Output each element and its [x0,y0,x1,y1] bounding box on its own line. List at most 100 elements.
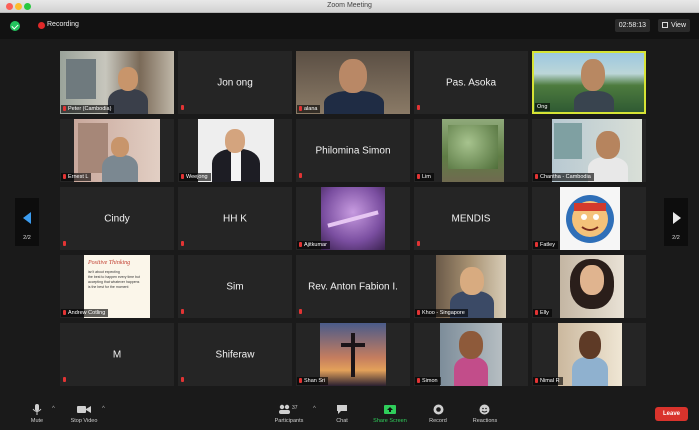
muted-mic-icon [416,241,422,248]
participant-tile[interactable]: Shiferaw [178,323,292,386]
participant-name-center: Jon ong [217,77,253,88]
participant-tile[interactable]: M [60,323,174,386]
person-face [579,331,601,359]
muted-mic-icon [62,241,68,248]
participant-tile[interactable]: Sim [178,255,292,318]
participant-name-center: Philomina Simon [315,145,391,156]
muted-mic-icon [535,378,538,383]
person-body [454,357,488,386]
muted-mic-icon [417,378,420,383]
audio-options-caret-icon[interactable]: ^ [52,406,55,412]
video-feed [320,323,386,386]
participant-name-center: Cindy [104,213,130,224]
person-face [459,331,483,359]
participants-button[interactable]: 37 Participants [267,404,311,424]
participant-name-label: Peter (Cambodia) [61,105,115,113]
participant-tile[interactable]: Elly [532,255,646,318]
participant-name-center: MENDIS [451,213,491,224]
person-face [580,265,604,295]
record-button[interactable]: Record [424,404,452,424]
muted-mic-icon [63,174,66,179]
view-button[interactable]: View [657,19,690,32]
participant-name-label: Weejong [179,173,211,181]
quote-title: Positive Thinking [88,260,131,266]
reactions-button[interactable]: Reactions [467,404,503,424]
muted-mic-icon [535,174,538,179]
shirt-shape [231,151,241,181]
person-body [324,91,384,114]
participant-tile[interactable]: Philomina Simon [296,119,410,182]
quote-body: isn't about expecting the best to happen… [88,270,140,289]
participant-tile[interactable]: Khoo - Singapore [414,255,528,318]
participants-count: 37 [292,405,298,411]
meeting-toolbar: Mute ^ Stop Video ^ 37 Participants ^ Ch… [0,400,699,430]
video-options-caret-icon[interactable]: ^ [102,406,105,412]
participant-tile[interactable]: MENDIS [414,187,528,250]
participant-tile[interactable]: alana [296,51,410,114]
person-body [102,155,138,182]
participant-tile[interactable]: Ajitkumar [296,187,410,250]
participant-tile[interactable]: Jon ong [178,51,292,114]
participant-tile[interactable]: Peter (Cambodia) [60,51,174,114]
participant-tile[interactable]: Chantha - Cambodia [532,119,646,182]
participant-name-center: Shiferaw [215,349,255,360]
share-screen-label: Share Screen [373,418,407,424]
participant-tile[interactable]: Rev. Anton Fabion I. [296,255,410,318]
participant-tile[interactable]: Weejong [178,119,292,182]
muted-mic-icon [298,173,304,180]
background-shape [554,123,582,159]
participant-name-center: HH K [223,213,247,224]
muted-mic-icon [299,378,302,383]
participant-name-label: alana [297,105,321,113]
next-page-button[interactable]: 2/2 [664,198,688,246]
video-feed [558,323,622,386]
smiley-icon [467,404,503,415]
person-body [574,91,614,112]
mute-button[interactable]: Mute [26,404,48,424]
participant-tile[interactable]: Shan Sri [296,323,410,386]
participant-tile[interactable]: HH K [178,187,292,250]
participant-name-label: Chantha - Cambodia [533,173,594,181]
share-screen-icon [367,404,413,415]
participant-tile[interactable]: Cindy [60,187,174,250]
person-body [572,357,608,386]
participant-tile[interactable]: Positive Thinking isn't about expecting … [60,255,174,318]
reactions-label: Reactions [472,418,498,424]
participant-tile[interactable]: Pas. Asoka [414,51,528,114]
participant-name-center: M [112,349,122,360]
shelf-shape [66,59,96,99]
participant-tile[interactable]: Lim [414,119,528,182]
video-feed [440,323,502,386]
muted-mic-icon [299,106,302,111]
arrow-right-icon [673,212,681,224]
meeting-top-bar: Recording 02:58:13 View [0,13,699,39]
arrow-left-icon [23,212,31,224]
participant-tile[interactable]: Ernest L [60,119,174,182]
muted-mic-icon [180,377,186,384]
muted-mic-icon [299,242,302,247]
participant-name-label: Ernest L [61,173,92,181]
page-indicator-left: 2/2 [23,235,31,241]
participant-tile[interactable]: Simon [414,323,528,386]
person-face [581,59,605,91]
chat-button[interactable]: Chat [330,404,354,424]
stop-video-button[interactable]: Stop Video [66,404,102,424]
participants-options-caret-icon[interactable]: ^ [313,406,316,412]
leave-button[interactable]: Leave [655,407,688,421]
garden-shape [448,125,498,169]
muted-mic-icon [63,106,66,111]
participants-icon: 37 [267,404,311,415]
gallery-grid: Peter (Cambodia) Jon ong alana Pas. Asok… [60,51,649,387]
previous-page-button[interactable]: 2/2 [15,198,39,246]
active-speaker-tile[interactable]: Ong [532,51,646,114]
muted-mic-icon [180,105,186,112]
recording-dot-icon [38,22,45,29]
person-face [225,129,245,153]
share-screen-button[interactable]: Share Screen [367,404,413,424]
participant-tile[interactable]: Nimal R [532,323,646,386]
muted-mic-icon [62,377,68,384]
record-icon [424,404,452,415]
person-face [460,267,484,295]
participant-tile[interactable]: Fatley [532,187,646,250]
security-shield-icon[interactable] [10,21,20,31]
